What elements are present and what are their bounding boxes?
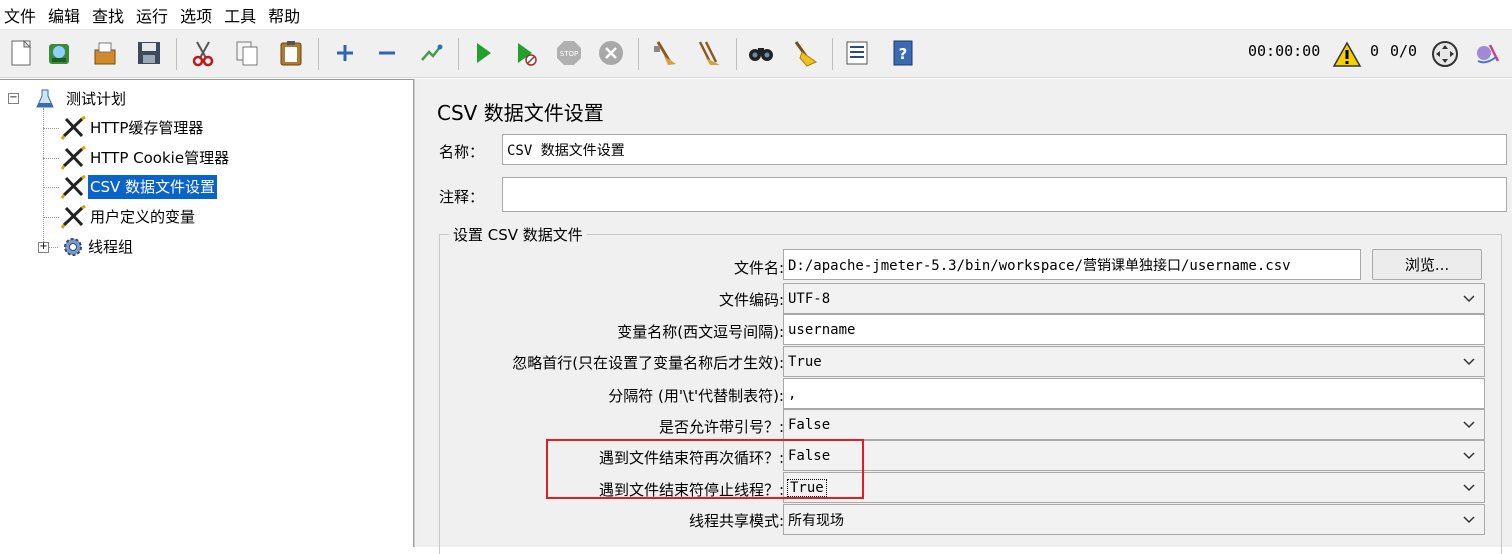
wrench-icon (60, 145, 88, 170)
chevron-down-icon (1463, 452, 1475, 460)
group-title: 设置 CSV 数据文件 (449, 224, 587, 245)
filename-field[interactable]: D:/apache-jmeter-5.3/bin/workspace/营销课单独… (783, 249, 1361, 280)
root-collapse-toggle[interactable]: − (8, 93, 19, 104)
cut-icon[interactable] (186, 36, 220, 70)
menu-search[interactable]: 查找 (92, 3, 124, 27)
wrench-icon (60, 115, 88, 140)
allow-quoted-label: 是否允许带引号？: (658, 418, 784, 436)
comment-field[interactable] (502, 177, 1507, 212)
clear-all-icon[interactable] (692, 36, 726, 70)
tree-item-thread-group[interactable]: 线程组 (60, 234, 135, 260)
gear-icon (60, 235, 86, 259)
menu-run[interactable]: 运行 (136, 3, 168, 27)
ignore-first-line-value: True (788, 353, 822, 370)
sharing-mode-label: 线程共享模式: (688, 512, 784, 530)
save-icon[interactable] (132, 36, 166, 70)
panel-title: CSV 数据文件设置 (437, 101, 604, 125)
clear-icon[interactable] (648, 36, 682, 70)
recycle-on-eof-select[interactable]: False (783, 440, 1485, 471)
tree-label: 线程组 (88, 238, 134, 256)
open-icon[interactable] (88, 36, 122, 70)
shutdown-icon[interactable] (594, 36, 628, 70)
csv-config-panel: CSV 数据文件设置 名称： CSV 数据文件设置 注释： 设置 CSV 数据文… (422, 79, 1512, 554)
filename-label: 文件名: (733, 259, 784, 277)
menu-edit[interactable]: 编辑 (48, 3, 80, 27)
log-viewer-icon[interactable] (1470, 37, 1504, 71)
chevron-down-icon (1463, 295, 1475, 303)
menu-bar: 文件 编辑 查找 运行 选项 工具 帮助 (0, 0, 1512, 30)
chevron-down-icon (1463, 516, 1475, 524)
ignore-first-line-label: 忽略首行(只在设置了变量名称后才生效): (512, 354, 784, 372)
toggle-icon[interactable] (414, 36, 448, 70)
toolbar: STOP ? 00:00:00 0 0/0 (0, 30, 1512, 78)
tree-label: 用户定义的变量 (90, 208, 196, 226)
allow-quoted-value: False (788, 416, 831, 433)
elapsed-timer: 00:00:00 (1248, 42, 1321, 60)
warning-count: 0 (1370, 42, 1380, 60)
wrench-icon (60, 174, 88, 199)
split-pane-divider[interactable] (414, 79, 422, 547)
name-label: 名称： (439, 143, 485, 161)
name-field[interactable]: CSV 数据文件设置 (502, 134, 1507, 165)
chevron-down-icon (1463, 421, 1475, 429)
svg-text:?: ? (899, 45, 908, 63)
warning-icon[interactable] (1330, 38, 1364, 72)
svg-text:STOP: STOP (560, 50, 578, 58)
reset-search-icon[interactable] (788, 36, 822, 70)
thread-group-expand-toggle[interactable]: + (38, 242, 49, 253)
menu-help[interactable]: 帮助 (268, 3, 300, 27)
help-icon[interactable]: ? (886, 36, 920, 70)
delimiter-field[interactable]: , (783, 378, 1485, 409)
new-icon[interactable] (4, 36, 38, 70)
encoding-label: 文件编码: (718, 291, 784, 309)
sharing-mode-select[interactable]: 所有现场 (783, 504, 1485, 535)
stop-thread-on-eof-select[interactable]: True (783, 472, 1485, 503)
tree-item-csv-data-set[interactable]: CSV 数据文件设置 (60, 174, 218, 200)
templates-icon[interactable] (42, 36, 76, 70)
menu-file[interactable]: 文件 (4, 3, 36, 27)
comment-label: 注释： (439, 188, 485, 206)
stop-icon[interactable]: STOP (552, 36, 586, 70)
tree-label-root: 测试计划 (66, 90, 127, 108)
remote-status-icon[interactable] (1428, 37, 1462, 71)
menu-options[interactable]: 选项 (180, 3, 212, 27)
tree-item-user-defined-variables[interactable]: 用户定义的变量 (60, 204, 197, 230)
tree-label: HTTP Cookie管理器 (90, 149, 230, 167)
tree-label: HTTP缓存管理器 (90, 119, 204, 137)
allow-quoted-select[interactable]: False (783, 409, 1485, 440)
variable-names-field[interactable]: username (783, 314, 1485, 345)
search-icon[interactable] (744, 36, 778, 70)
test-plan-icon (34, 88, 56, 110)
chevron-down-icon (1463, 358, 1475, 366)
wrench-icon (60, 204, 88, 229)
tree-item-test-plan[interactable]: 测试计划 (34, 86, 128, 112)
tree-item-http-cookie-manager[interactable]: HTTP Cookie管理器 (60, 145, 231, 171)
function-helper-icon[interactable] (840, 36, 874, 70)
delimiter-label: 分隔符 (用'\t'代替制表符): (608, 387, 784, 405)
chevron-down-icon (1463, 484, 1475, 492)
tree-item-http-cache-manager[interactable]: HTTP缓存管理器 (60, 115, 205, 141)
test-plan-tree: − 测试计划 HTTP缓存管理器 HTTP Cookie管理器 CSV 数据文件… (0, 79, 414, 547)
start-no-pause-icon[interactable] (508, 36, 542, 70)
collapse-icon[interactable] (370, 36, 404, 70)
tree-label-selected: CSV 数据文件设置 (88, 175, 218, 199)
variable-names-label: 变量名称(西文逗号间隔): (617, 323, 784, 341)
menu-tools[interactable]: 工具 (224, 3, 256, 27)
thread-counter: 0/0 (1390, 42, 1418, 60)
encoding-value: UTF-8 (788, 290, 831, 307)
copy-icon[interactable] (230, 36, 264, 70)
start-icon[interactable] (466, 36, 500, 70)
sharing-mode-value: 所有现场 (788, 512, 844, 529)
paste-icon[interactable] (274, 36, 308, 70)
encoding-select[interactable]: UTF-8 (783, 283, 1485, 314)
highlight-annotation-box (546, 439, 864, 499)
browse-button[interactable]: 浏览... (1372, 249, 1482, 280)
expand-icon[interactable] (328, 36, 362, 70)
ignore-first-line-select[interactable]: True (783, 346, 1485, 377)
